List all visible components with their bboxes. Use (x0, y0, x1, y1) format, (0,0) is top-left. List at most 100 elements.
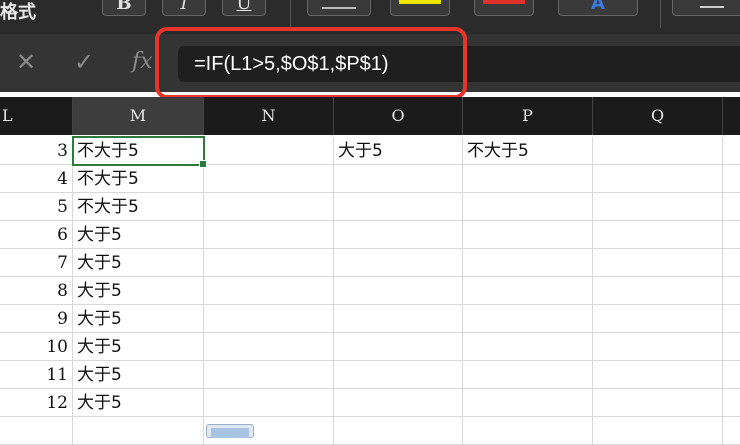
cell-r8[interactable] (723, 277, 740, 305)
cell-o11[interactable] (334, 361, 463, 389)
cell-l10[interactable]: 10 (0, 333, 73, 361)
fx-icon[interactable]: fx (132, 48, 153, 76)
cell-l3[interactable]: 3 (0, 137, 73, 165)
cell-l9[interactable]: 9 (0, 305, 73, 333)
cell-m4[interactable]: 不大于5 (73, 165, 204, 193)
cell-q13[interactable] (593, 417, 723, 445)
cell-q7[interactable] (593, 249, 723, 277)
bold-button[interactable]: B (102, 0, 146, 16)
cell-q11[interactable] (593, 361, 723, 389)
cell-n11[interactable] (204, 361, 334, 389)
cell-n9[interactable] (204, 305, 334, 333)
cell-l12[interactable]: 12 (0, 389, 73, 417)
cell-m7[interactable]: 大于5 (73, 249, 204, 277)
cell-r11[interactable] (723, 361, 740, 389)
cell-q8[interactable] (593, 277, 723, 305)
cell-o4[interactable] (334, 165, 463, 193)
cell-l4[interactable]: 4 (0, 165, 73, 193)
cell-o8[interactable] (334, 277, 463, 305)
cell-l7[interactable]: 7 (0, 249, 73, 277)
fill-handle[interactable] (199, 160, 207, 168)
cell-m6[interactable]: 大于5 (73, 221, 204, 249)
ribbon-toolbar: 格式 B I U A (0, 0, 740, 34)
formula-bar: ✕ ✓ fx =IF(L1>5,$O$1,$P$1) (0, 34, 740, 92)
column-header-q[interactable]: Q (593, 97, 723, 135)
cell-l8[interactable]: 8 (0, 277, 73, 305)
cell-p3[interactable]: 不大于5 (463, 137, 593, 165)
cell-n7[interactable] (204, 249, 334, 277)
enter-icon[interactable]: ✓ (74, 48, 94, 76)
font-color-button[interactable] (474, 0, 534, 16)
cell-r10[interactable] (723, 333, 740, 361)
cell-p5[interactable] (463, 193, 593, 221)
cell-q6[interactable] (593, 221, 723, 249)
cell-o13[interactable] (334, 417, 463, 445)
cell-q5[interactable] (593, 193, 723, 221)
fill-color-button[interactable] (390, 0, 450, 16)
cell-r9[interactable] (723, 305, 740, 333)
column-header-n[interactable]: N (204, 97, 334, 135)
cell-m8[interactable]: 大于5 (73, 277, 204, 305)
cell-o3[interactable]: 大于5 (334, 137, 463, 165)
cell-m5[interactable]: 不大于5 (73, 193, 204, 221)
column-header-l[interactable]: L (0, 97, 73, 135)
cell-p4[interactable] (463, 165, 593, 193)
cell-p6[interactable] (463, 221, 593, 249)
cell-p10[interactable] (463, 333, 593, 361)
cell-o9[interactable] (334, 305, 463, 333)
cell-r7[interactable] (723, 249, 740, 277)
column-header-o[interactable]: O (334, 97, 463, 135)
cell-p12[interactable] (463, 389, 593, 417)
cell-r12[interactable] (723, 389, 740, 417)
table-row: 4 不大于5 (0, 165, 740, 193)
formula-input[interactable]: =IF(L1>5,$O$1,$P$1) (178, 46, 740, 82)
cell-n10[interactable] (204, 333, 334, 361)
cell-r3[interactable] (723, 137, 740, 165)
cancel-icon[interactable]: ✕ (16, 48, 36, 76)
cell-n3[interactable] (204, 137, 334, 165)
cell-n4[interactable] (204, 165, 334, 193)
cell-p9[interactable] (463, 305, 593, 333)
cell-l13[interactable] (0, 417, 73, 445)
cell-r4[interactable] (723, 165, 740, 193)
cell-q9[interactable] (593, 305, 723, 333)
cell-m13[interactable] (73, 417, 204, 445)
cell-m11[interactable]: 大于5 (73, 361, 204, 389)
cell-o6[interactable] (334, 221, 463, 249)
cell-q4[interactable] (593, 165, 723, 193)
cell-n6[interactable] (204, 221, 334, 249)
cell-m10[interactable]: 大于5 (73, 333, 204, 361)
cell-m3[interactable]: 不大于5 (73, 137, 204, 165)
cell-n5[interactable] (204, 193, 334, 221)
cell-r13[interactable] (723, 417, 740, 445)
cell-o7[interactable] (334, 249, 463, 277)
cell-l5[interactable]: 5 (0, 193, 73, 221)
cell-p11[interactable] (463, 361, 593, 389)
cell-o10[interactable] (334, 333, 463, 361)
text-color-a-button[interactable]: A (558, 0, 638, 16)
cell-l11[interactable]: 11 (0, 361, 73, 389)
cell-l6[interactable]: 6 (0, 221, 73, 249)
cell-m12[interactable]: 大于5 (73, 389, 204, 417)
cell-n12[interactable] (204, 389, 334, 417)
underline-button[interactable]: U (222, 0, 266, 16)
borders-button[interactable] (307, 0, 371, 16)
cell-q3[interactable] (593, 137, 723, 165)
column-header-p[interactable]: P (463, 97, 593, 135)
cell-p8[interactable] (463, 277, 593, 305)
cell-m9[interactable]: 大于5 (73, 305, 204, 333)
align-button[interactable] (672, 0, 740, 16)
cell-r6[interactable] (723, 221, 740, 249)
column-header-partial[interactable] (723, 97, 740, 135)
cell-p7[interactable] (463, 249, 593, 277)
column-header-m[interactable]: M (73, 97, 204, 135)
paste-options-button[interactable] (206, 424, 254, 438)
cell-r5[interactable] (723, 193, 740, 221)
cell-n8[interactable] (204, 277, 334, 305)
cell-q12[interactable] (593, 389, 723, 417)
cell-p13[interactable] (463, 417, 593, 445)
cell-q10[interactable] (593, 333, 723, 361)
cell-o12[interactable] (334, 389, 463, 417)
italic-button[interactable]: I (162, 0, 206, 16)
cell-o5[interactable] (334, 193, 463, 221)
